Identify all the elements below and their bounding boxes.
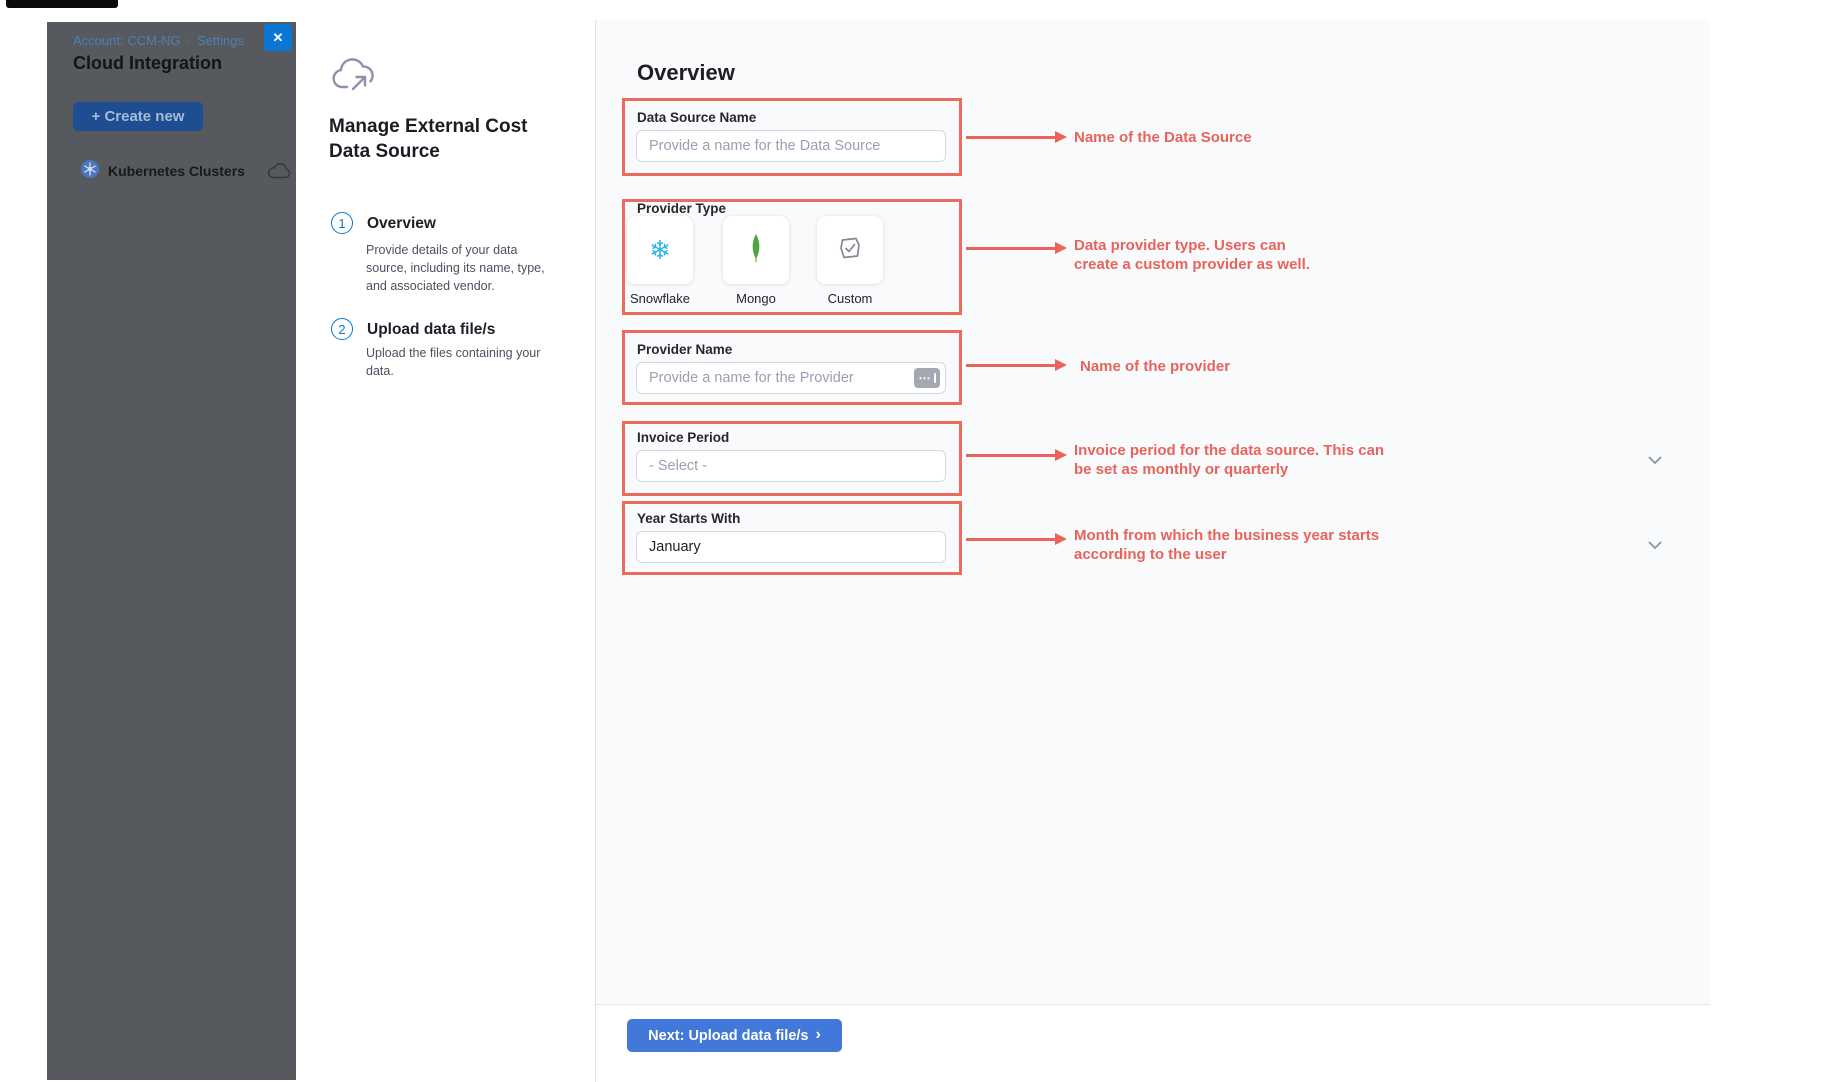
- invoice-period-chevron-down-icon[interactable]: [1648, 452, 1662, 470]
- annotation-arrow-5: [966, 538, 1056, 541]
- step-2-title[interactable]: Upload data file/s: [367, 321, 495, 339]
- breadcrumb-account-link[interactable]: Account: CCM-NG: [73, 33, 181, 48]
- annotation-arrow-1: [966, 136, 1056, 139]
- breadcrumb-settings-link[interactable]: Settings: [197, 33, 244, 48]
- annotation-text-data-source-name: Name of the Data Source: [1074, 128, 1252, 147]
- annotation-box-year-starts-with: [622, 501, 962, 575]
- step-1-indicator[interactable]: 1: [331, 212, 353, 234]
- annotation-arrow-2: [966, 247, 1056, 250]
- wizard-side-panel: [296, 20, 596, 1082]
- breadcrumb-separator-icon: ›: [187, 33, 191, 48]
- annotation-text-invoice-period: Invoice period for the data source. This…: [1074, 441, 1384, 479]
- step-1-description: Provide details of your data source, inc…: [366, 241, 545, 295]
- annotation-box-invoice-period: [622, 421, 962, 496]
- dimmed-page-panel: Account: CCM-NG › Settings Cloud Integrati…: [47, 22, 296, 1080]
- year-starts-with-chevron-down-icon[interactable]: [1648, 537, 1662, 555]
- page-title: Cloud Integration: [73, 53, 222, 74]
- cloud-accounts-icon: [267, 163, 291, 180]
- cloud-export-icon: [332, 58, 378, 99]
- top-black-bar: [6, 0, 118, 8]
- step-2-indicator[interactable]: 2: [331, 318, 353, 340]
- annotation-text-provider-name: Name of the provider: [1080, 357, 1230, 376]
- annotation-arrow-3: [966, 364, 1056, 367]
- annotation-box-data-source-name: [622, 98, 962, 176]
- next-button-label: Next: Upload data file/s: [648, 1028, 808, 1044]
- tab-bar: Kubernetes Clusters C: [80, 159, 296, 183]
- overview-heading: Overview: [637, 60, 735, 86]
- annotation-box-provider-type: [622, 199, 962, 315]
- annotation-text-year-starts-with: Month from which the business year start…: [1074, 526, 1379, 564]
- kubernetes-icon: [80, 159, 100, 184]
- close-icon[interactable]: ✕: [264, 24, 292, 51]
- next-upload-data-button[interactable]: Next: Upload data file/s ›: [627, 1019, 842, 1052]
- annotation-box-provider-name: [622, 330, 962, 405]
- create-new-button[interactable]: + Create new: [73, 102, 203, 131]
- annotation-arrow-4: [966, 454, 1056, 457]
- annotation-text-provider-type: Data provider type. Users can create a c…: [1074, 236, 1310, 274]
- chevron-right-icon: ›: [816, 1027, 821, 1043]
- tab-kubernetes-clusters[interactable]: Kubernetes Clusters: [108, 163, 245, 179]
- breadcrumb: Account: CCM-NG › Settings: [73, 33, 244, 48]
- screenshot-root: Account: CCM-NG › Settings Cloud Integrati…: [0, 0, 1830, 1082]
- step-2-description: Upload the files containing your data.: [366, 344, 540, 380]
- step-1-title[interactable]: Overview: [367, 215, 436, 233]
- wizard-title: Manage External Cost Data Source: [329, 114, 528, 164]
